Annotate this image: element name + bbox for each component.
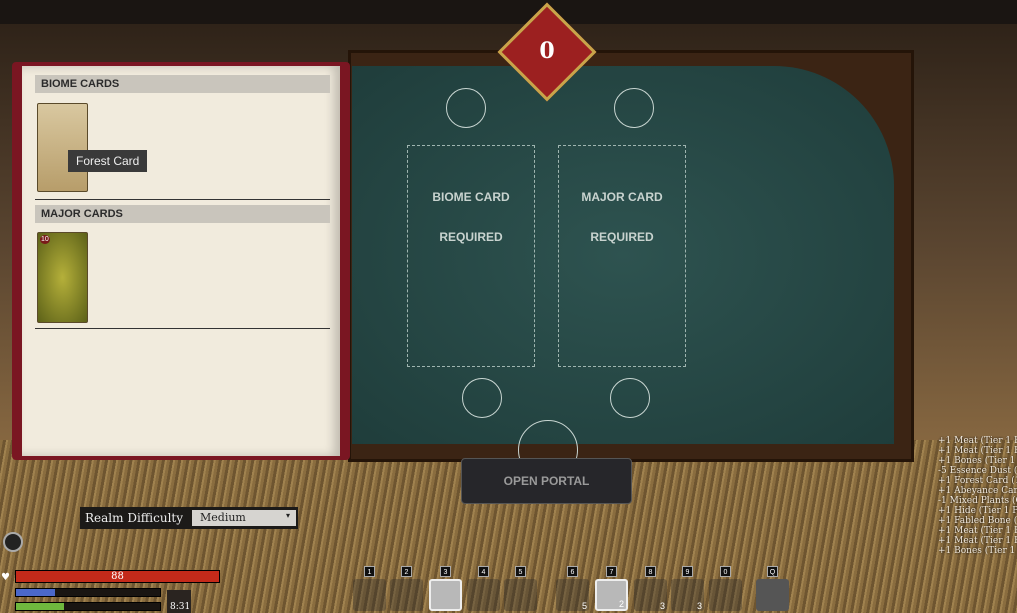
decor-circle [614, 88, 654, 128]
difficulty-value: Medium [200, 511, 246, 524]
hotbar-key-5: 5 [515, 566, 526, 577]
slot-label: BIOME CARD [432, 190, 510, 204]
time-widget: 8:31 [167, 590, 191, 613]
hotbar-slot-3[interactable] [429, 579, 462, 611]
hotbar-key-2: 2 [401, 566, 412, 577]
hotbar-slot-7[interactable]: 2 [595, 579, 628, 611]
hotbar-key-4: 4 [478, 566, 489, 577]
hotbar-key-3: 3 [440, 566, 451, 577]
divider [35, 328, 330, 329]
realm-difficulty-select[interactable]: Medium ▾ [192, 510, 296, 526]
hotbar-slot-6[interactable]: 5 [556, 579, 589, 611]
biome-card-slot[interactable]: BIOME CARD REQUIRED [407, 145, 535, 367]
log-entry: +1 Bones (Tier 1 Pr [938, 546, 1017, 556]
hotbar-key-6: 6 [567, 566, 578, 577]
hotbar-slot-9[interactable]: 3 [671, 579, 704, 611]
log-entry: +1 Bones (Tier 1 Pr [938, 456, 1017, 466]
log-entry: +1 Fabled Bone (Tie [938, 516, 1017, 526]
card-tooltip: Forest Card [68, 150, 148, 172]
hotbar-slot-1[interactable] [353, 579, 386, 611]
hotbar-slot-4[interactable] [467, 579, 500, 611]
slot-label: MAJOR CARD [581, 190, 663, 204]
time-value: 8:31 [170, 602, 191, 612]
log-entry: +1 Meat (Tier 1 Pred [938, 436, 1017, 446]
log-entry: +1 Meat (Tier 1 Pred [938, 526, 1017, 536]
slot-label: REQUIRED [439, 230, 503, 244]
log-entry: -1 Mixed Plants (Cap [938, 496, 1017, 506]
hotbar-key-1: 1 [364, 566, 375, 577]
stamina-bar [15, 602, 161, 611]
log-entry: +1 Meat (Tier 1 Pred [938, 446, 1017, 456]
item-count: 3 [659, 601, 665, 611]
log-entry: +1 Meat (Tier 1 Pred [938, 536, 1017, 546]
hotbar-key-9: 9 [682, 566, 693, 577]
major-cards-header: MAJOR CARDS [35, 205, 330, 223]
hotbar-slot-8[interactable]: 3 [634, 579, 667, 611]
log-entry: +1 Forest Card (1) [938, 476, 1017, 486]
top-bar [0, 0, 1017, 24]
health-value: 88 [111, 571, 124, 582]
log-entry: +1 Abeyance Card (1 [938, 486, 1017, 496]
hotbar-slot-5[interactable] [504, 579, 537, 611]
hotbar-key-7: 7 [606, 566, 617, 577]
counter-value: 0 [539, 38, 555, 64]
hotbar-slot-0[interactable] [709, 579, 742, 611]
hotbar-slot-2[interactable] [390, 579, 423, 611]
backpack-icon[interactable] [3, 532, 23, 552]
pickup-log: +1 Meat (Tier 1 Pred+1 Meat (Tier 1 Pred… [938, 436, 1017, 556]
slot-label: REQUIRED [590, 230, 654, 244]
log-entry: +1 Hide (Tier 1 Pred [938, 506, 1017, 516]
item-count: 5 [581, 601, 587, 611]
heart-icon: ♥ [1, 572, 10, 583]
card-level: 10 [40, 235, 50, 244]
hotbar-key-0: 0 [720, 566, 731, 577]
major-card-slot[interactable]: MAJOR CARD REQUIRED [558, 145, 686, 367]
mana-bar [15, 588, 161, 597]
hotbar-key-Q: Q [767, 566, 778, 577]
decor-circle [610, 378, 650, 418]
chevron-down-icon: ▾ [285, 511, 290, 520]
health-bar: 88 [15, 570, 220, 583]
biome-cards-header: BIOME CARDS [35, 75, 330, 93]
divider [35, 199, 330, 200]
forest-card[interactable] [37, 103, 88, 192]
item-count: 2 [618, 599, 624, 609]
open-portal-button[interactable]: OPEN PORTAL [461, 458, 632, 504]
log-entry: -5 Essence Dust (39) [938, 466, 1017, 476]
major-card[interactable]: 10 [37, 232, 88, 323]
hotbar-key-8: 8 [645, 566, 656, 577]
hotbar-slot-Q[interactable] [756, 579, 789, 611]
decor-circle [446, 88, 486, 128]
decor-circle [462, 378, 502, 418]
item-count: 3 [696, 601, 702, 611]
